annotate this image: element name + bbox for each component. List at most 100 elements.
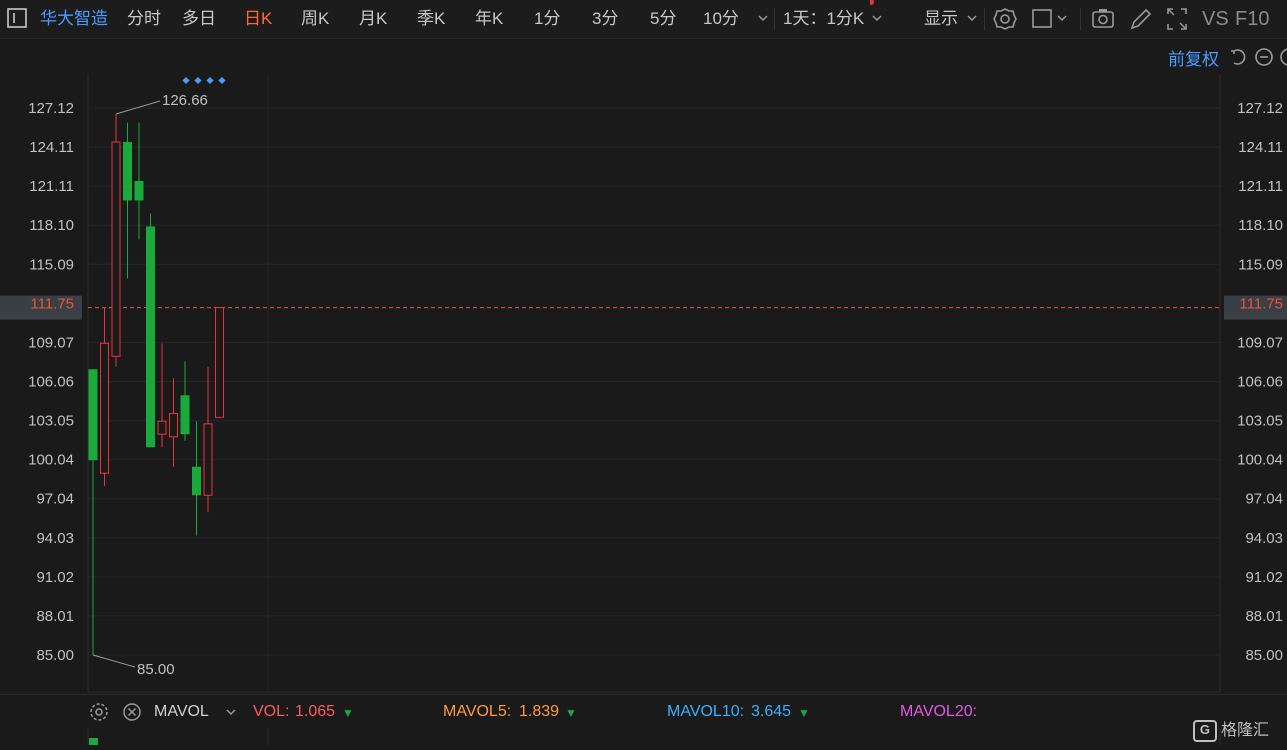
candle-body <box>88 369 98 461</box>
candle-body <box>203 423 213 496</box>
y-tick-label-right: 111.75 <box>1239 295 1283 312</box>
y-tick-label-left: 100.04 <box>28 452 74 469</box>
logo-icon: G <box>1192 719 1217 742</box>
tab-3min[interactable]: 3分 <box>592 0 618 38</box>
low-annotation-label: 85.00 <box>137 661 175 678</box>
kline-svg[interactable]: 127.12 127.12 124.11 124.11 121.11 121.11 118.… <box>0 75 1287 695</box>
y-tick-label-left: 91.02 <box>36 569 74 586</box>
tab-year-k[interactable]: 年K <box>475 0 503 38</box>
interval-select[interactable]: 1天：1分K <box>783 0 864 38</box>
y-tick-label-right: 124.11 <box>1238 139 1283 156</box>
high-annotation-label: 126.66 <box>162 92 208 109</box>
y-tick-label-right: 97.04 <box>1245 491 1283 508</box>
vs-button[interactable]: VS <box>1202 0 1229 38</box>
mavol10-label: MAVOL10: <box>667 703 745 720</box>
candle-body <box>215 307 224 418</box>
y-tick-label-right: 85.00 <box>1245 647 1283 664</box>
y-tick-label-left: 106.06 <box>28 374 74 391</box>
y-tick-label-right: 94.03 <box>1245 530 1283 547</box>
mavol5-label: MAVOL5: <box>443 703 512 720</box>
y-tick-label-right: 127.12 <box>1237 100 1283 117</box>
subbar: 前复权 <box>0 39 1287 75</box>
adjust-mode[interactable]: 前复权 <box>1168 45 1219 70</box>
f10-button[interactable]: F10 <box>1235 0 1269 38</box>
event-marker <box>206 76 214 85</box>
y-tick-label-left: 111.75 <box>30 295 74 312</box>
y-tick-label-right: 91.02 <box>1245 569 1283 586</box>
y-tick-label-right: 88.01 <box>1245 608 1283 625</box>
y-tick-label-left: 97.04 <box>36 491 74 508</box>
y-tick-label-left: 121.11 <box>29 178 74 195</box>
y-tick-label-left: 127.12 <box>28 100 74 117</box>
toolbar: 华大智造 分时 多日 日K 周K 月K 季K 年K 1分 3分 5分 10分 1… <box>0 0 1287 39</box>
tab-fenshi[interactable]: 分时 <box>127 0 161 38</box>
watermark: G 格隆汇 <box>1192 716 1269 742</box>
indicator-select[interactable]: MAVOL <box>154 703 209 721</box>
tab-1min[interactable]: 1分 <box>534 0 560 38</box>
candle-body <box>146 226 155 448</box>
y-tick-label-right: 103.05 <box>1237 413 1283 430</box>
down-arrow-icon: ▼ <box>565 706 577 720</box>
y-tick-label-right: 109.07 <box>1237 334 1283 351</box>
event-marker <box>218 76 226 85</box>
candle-body <box>169 412 178 438</box>
chevron-down-icon[interactable] <box>756 0 770 38</box>
gear-icon[interactable] <box>992 0 1018 38</box>
tab-5min[interactable]: 5分 <box>650 0 676 38</box>
chevron-down-icon[interactable] <box>224 703 238 726</box>
pencil-icon[interactable] <box>1128 0 1152 38</box>
tab-month-k[interactable]: 月K <box>359 0 387 38</box>
indicator-bar: MAVOL VOL: 1.065 ▼ MAVOL5: 1.839 ▼ MAVOL… <box>0 694 1287 729</box>
event-marker <box>182 76 190 85</box>
y-tick-label-left: 94.03 <box>36 530 74 547</box>
y-tick-label-right: 121.11 <box>1238 178 1283 195</box>
rectangle-icon[interactable] <box>1031 0 1071 38</box>
y-tick-label-left: 109.07 <box>28 334 74 351</box>
stock-name[interactable]: 华大智造 <box>40 0 108 38</box>
close-icon[interactable] <box>122 702 142 727</box>
candle-body <box>157 420 167 435</box>
y-tick-label-left: 88.01 <box>36 608 74 625</box>
undo-icon[interactable] <box>1228 47 1248 72</box>
camera-icon[interactable] <box>1090 0 1116 38</box>
tab-week-k[interactable]: 周K <box>301 0 329 38</box>
y-tick-label-right: 106.06 <box>1237 374 1283 391</box>
tab-duori[interactable]: 多日 <box>182 0 216 38</box>
fullscreen-icon[interactable] <box>1165 0 1189 38</box>
y-tick-label-right: 115.09 <box>1238 256 1283 273</box>
y-tick-label-left: 103.05 <box>28 413 74 430</box>
candle-body <box>111 141 121 357</box>
tab-10min[interactable]: 10分 <box>703 0 739 38</box>
y-tick-label-left: 85.00 <box>36 647 74 664</box>
display-menu[interactable]: 显示 <box>924 0 958 38</box>
kline-chart[interactable]: 127.12 127.12 124.11 124.11 121.11 121.11 118.… <box>0 75 1287 695</box>
low-annotation-line <box>92 654 136 668</box>
candle-body <box>180 395 190 435</box>
tab-day-k[interactable]: 日K <box>244 0 272 38</box>
zoom-out-icon[interactable] <box>1254 47 1274 72</box>
mavol10-value: 3.645 <box>751 703 792 720</box>
vol-value: 1.065 <box>295 703 336 720</box>
zoom-in-icon[interactable] <box>1279 47 1287 72</box>
candle-body <box>100 342 109 474</box>
volume-bar <box>89 738 98 745</box>
y-tick-label-left: 115.09 <box>29 256 74 273</box>
tab-quarter-k[interactable]: 季K <box>417 0 445 38</box>
high-annotation-line <box>115 100 161 115</box>
down-arrow-icon: ▼ <box>342 706 354 720</box>
chevron-down-icon[interactable] <box>965 0 979 38</box>
candle-body <box>134 180 144 201</box>
chevron-down-icon[interactable] <box>870 0 886 38</box>
candle-body <box>123 142 132 201</box>
sidebar-toggle-icon[interactable] <box>6 0 28 38</box>
mavol20-label: MAVOL20: <box>900 703 978 720</box>
y-tick-label-right: 100.04 <box>1237 452 1283 469</box>
gear-icon[interactable] <box>89 702 109 727</box>
y-tick-label-left: 124.11 <box>29 139 74 156</box>
volume-strip <box>0 728 1287 745</box>
event-marker <box>194 76 202 85</box>
vol-label: VOL: <box>253 703 290 720</box>
candle-body <box>192 466 201 496</box>
mavol5-value: 1.839 <box>519 703 560 720</box>
y-tick-label-left: 118.10 <box>29 217 74 234</box>
